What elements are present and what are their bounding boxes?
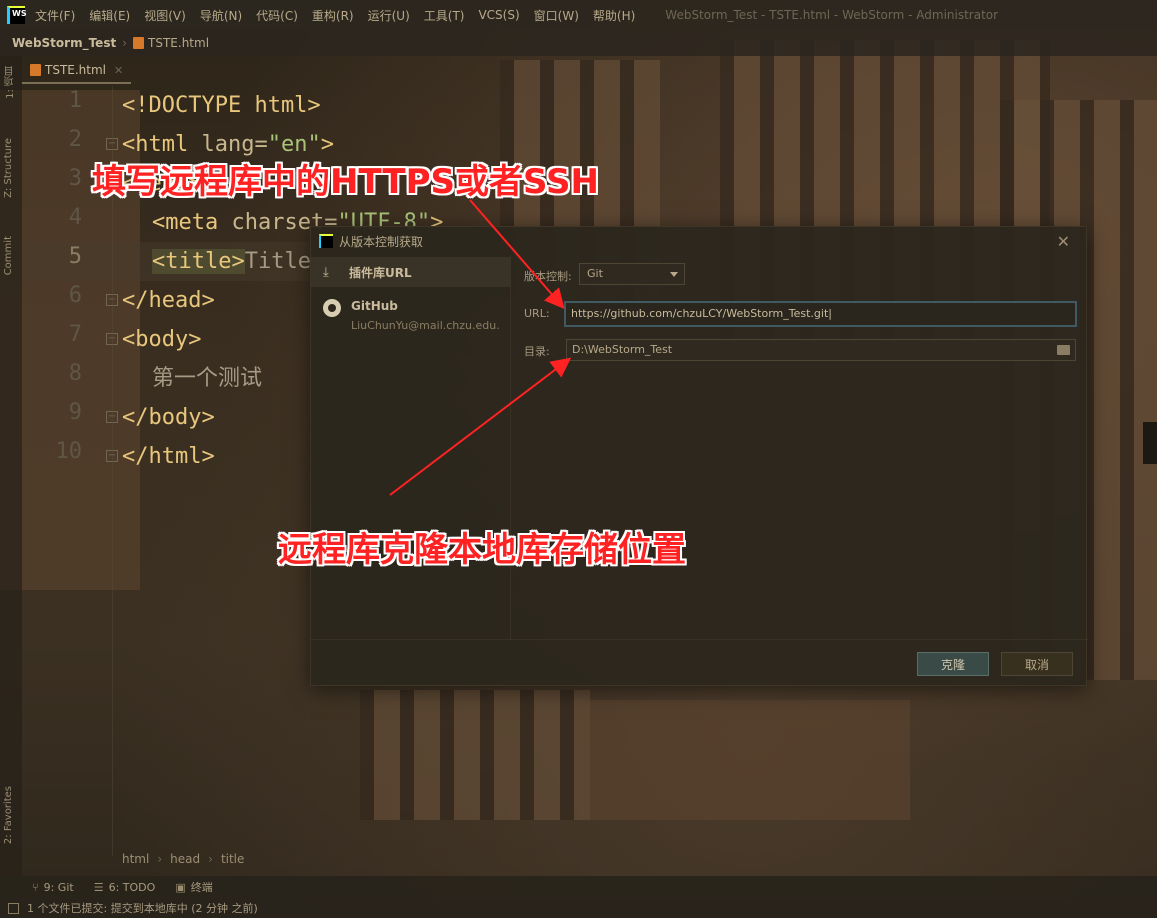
chevron-down-icon bbox=[670, 272, 678, 277]
branch-icon: ⑂ bbox=[32, 880, 39, 894]
vcs-select[interactable]: Git bbox=[579, 263, 685, 285]
vcs-label: 版本控制: bbox=[524, 270, 572, 283]
vcs-select-value: Git bbox=[587, 267, 603, 280]
tool-tab-git-label: 9: Git bbox=[43, 880, 74, 894]
tool-tab-commit[interactable]: Commit bbox=[3, 236, 14, 275]
tool-tab-todo-label: 6: TODO bbox=[108, 880, 156, 894]
tool-tab-todo[interactable]: ☰ 6: TODO bbox=[94, 881, 156, 894]
line-number: 6 bbox=[68, 283, 82, 308]
breadcrumb-head[interactable]: head bbox=[170, 852, 200, 866]
url-input[interactable]: https://github.com/chzuLCY/WebStorm_Test… bbox=[564, 301, 1077, 327]
line-number: 1 bbox=[68, 88, 82, 113]
editor-tab-tste[interactable]: TSTE.html ✕ bbox=[22, 58, 132, 84]
tool-tab-git[interactable]: ⑂ 9: Git bbox=[32, 881, 74, 894]
line-number: 4 bbox=[68, 205, 82, 230]
line-number: 8 bbox=[68, 361, 82, 386]
breadcrumb-html[interactable]: html bbox=[122, 852, 149, 866]
folder-icon[interactable] bbox=[1057, 345, 1070, 355]
menu-bar: WS 文件(F) 编辑(E) 视图(V) 导航(N) 代码(C) 重构(R) 运… bbox=[0, 0, 1157, 30]
menu-window[interactable]: 窗口(W) bbox=[534, 7, 579, 24]
code-line-9: </body> bbox=[122, 405, 215, 430]
line-number: 3 bbox=[68, 166, 82, 191]
tool-window-bar: ⑂ 9: Git ☰ 6: TODO ▣ 终端 bbox=[0, 876, 1157, 898]
event-log-icon[interactable] bbox=[8, 902, 19, 914]
annotation-url-hint: 填写远程库中的HTTPS或者SSH bbox=[92, 162, 599, 202]
status-message: 1 个文件已提交: 提交到本地库中 (2 分钟 之前) bbox=[27, 902, 258, 915]
directory-input[interactable]: D:\WebStorm_Test bbox=[566, 339, 1076, 361]
left-tool-strip: 1: 项目 Z: Structure Commit 2: Favorites bbox=[0, 56, 22, 876]
sidebar-item-github[interactable]: GitHub LiuChunYu@mail.chzu.edu. bbox=[311, 299, 510, 349]
url-label: URL: bbox=[524, 307, 550, 320]
line-number: 9 bbox=[68, 400, 82, 425]
menu-help[interactable]: 帮助(H) bbox=[593, 7, 635, 24]
directory-label: 目录: bbox=[524, 345, 550, 358]
html-file-icon bbox=[133, 37, 145, 49]
background-building bbox=[590, 700, 910, 820]
tool-tab-terminal[interactable]: ▣ 终端 bbox=[175, 879, 212, 895]
close-icon[interactable]: ✕ bbox=[114, 64, 123, 77]
background-building bbox=[360, 690, 590, 820]
directory-input-value: D:\WebStorm_Test bbox=[572, 343, 673, 356]
menu-edit[interactable]: 编辑(E) bbox=[89, 7, 130, 24]
code-line-1: <!DOCTYPE html> bbox=[122, 93, 321, 118]
menu-view[interactable]: 视图(V) bbox=[144, 7, 186, 24]
list-icon: ☰ bbox=[93, 880, 104, 894]
sidebar-item-label: GitHub bbox=[351, 299, 398, 313]
tool-tab-structure[interactable]: Z: Structure bbox=[3, 138, 14, 198]
html-file-icon bbox=[30, 64, 41, 76]
line-number: 5 bbox=[68, 244, 82, 269]
code-line-10: </html> bbox=[122, 444, 215, 469]
code-line-7: <body> bbox=[122, 327, 202, 352]
tool-tab-favorites[interactable]: 2: Favorites bbox=[3, 786, 14, 844]
clone-button[interactable]: 克隆 bbox=[917, 652, 989, 676]
github-account: LiuChunYu@mail.chzu.edu. bbox=[351, 319, 500, 332]
webstorm-logo-icon bbox=[319, 234, 333, 248]
breadcrumb-title[interactable]: title bbox=[221, 852, 244, 866]
code-line-5: <title>Title bbox=[152, 249, 311, 274]
menu-refactor[interactable]: 重构(R) bbox=[312, 7, 354, 24]
chevron-right-icon: › bbox=[208, 852, 213, 866]
sidebar-item-label: 插件库URL bbox=[349, 265, 412, 280]
window-title: WebStorm_Test - TSTE.html - WebStorm - A… bbox=[665, 8, 999, 22]
dialog-title-bar: 从版本控制获取 bbox=[311, 227, 1088, 255]
url-input-value: https://github.com/chzuLCY/WebStorm_Test… bbox=[571, 307, 829, 320]
webstorm-logo-icon: WS bbox=[7, 6, 27, 24]
status-bar: 1 个文件已提交: 提交到本地库中 (2 分钟 之前) bbox=[0, 898, 1157, 918]
code-line-8: 第一个测试 bbox=[152, 366, 263, 391]
editor-tab-bar: TSTE.html ✕ bbox=[22, 58, 132, 84]
tool-tab-project[interactable]: 1: 项目 bbox=[3, 66, 18, 99]
navigation-bar: WebStorm_Test › TSTE.html bbox=[0, 30, 1157, 56]
menu-navigate[interactable]: 导航(N) bbox=[200, 7, 242, 24]
line-number: 7 bbox=[68, 322, 82, 347]
editor-breadcrumb: html › head › title bbox=[122, 852, 244, 866]
menu-file[interactable]: 文件(F) bbox=[35, 7, 75, 24]
line-number: 2 bbox=[68, 127, 82, 152]
line-number: 10 bbox=[55, 439, 83, 464]
chevron-right-icon: › bbox=[157, 852, 163, 866]
text-caret: | bbox=[828, 307, 832, 320]
sidebar-item-repository-url[interactable]: ⤓ 插件库URL bbox=[311, 257, 510, 287]
github-icon bbox=[323, 299, 341, 317]
scrollbar-marker[interactable] bbox=[1143, 422, 1157, 464]
menu-vcs[interactable]: VCS(S) bbox=[478, 8, 519, 22]
breadcrumb-project[interactable]: WebStorm_Test bbox=[12, 36, 116, 50]
download-arrow-icon: ⤓ bbox=[323, 264, 329, 280]
dialog-footer-divider bbox=[311, 639, 1088, 640]
get-from-vcs-dialog: 从版本控制获取 ✕ ⤓ 插件库URL GitHub LiuChunYu@mail… bbox=[310, 226, 1088, 686]
menu-tools[interactable]: 工具(T) bbox=[424, 7, 465, 24]
breadcrumb-file[interactable]: TSTE.html bbox=[148, 36, 209, 50]
cancel-button[interactable]: 取消 bbox=[1001, 652, 1073, 676]
menu-code[interactable]: 代码(C) bbox=[256, 7, 298, 24]
chevron-right-icon: › bbox=[122, 36, 128, 50]
menu-run[interactable]: 运行(U) bbox=[368, 7, 410, 24]
terminal-icon: ▣ bbox=[175, 880, 186, 894]
close-icon[interactable]: ✕ bbox=[1057, 232, 1070, 251]
code-line-6: </head> bbox=[122, 288, 215, 313]
dialog-sidebar: ⤓ 插件库URL GitHub LiuChunYu@mail.chzu.edu. bbox=[311, 255, 511, 639]
editor-tab-label: TSTE.html bbox=[45, 63, 107, 77]
tool-tab-terminal-label: 终端 bbox=[190, 881, 213, 894]
dialog-title: 从版本控制获取 bbox=[339, 234, 424, 249]
annotation-directory-hint: 远程库克隆本地库存储位置 bbox=[278, 530, 686, 570]
